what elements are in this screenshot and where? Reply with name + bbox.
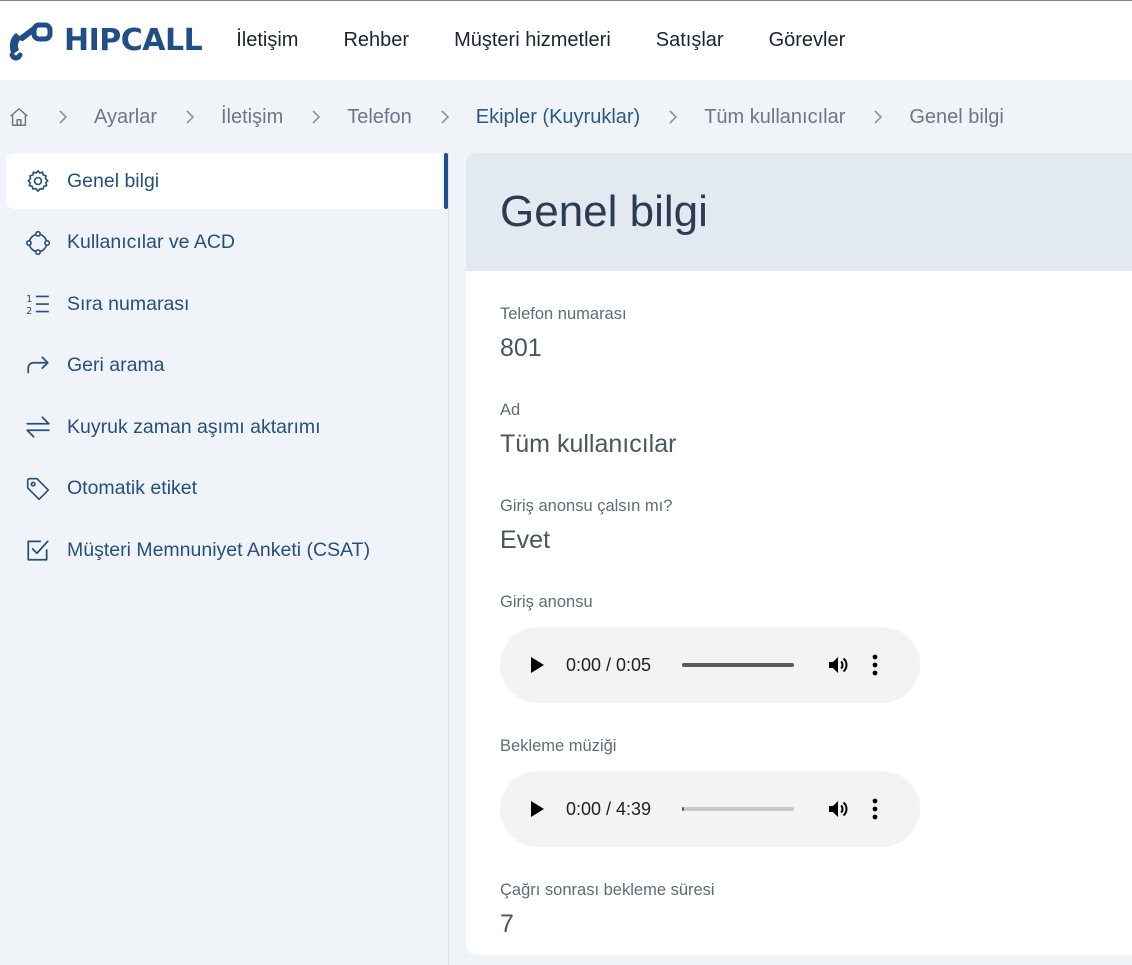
- breadcrumb-ayarlar[interactable]: Ayarlar: [94, 106, 157, 129]
- settings-sidebar: Genel bilgi Kullanıcılar ve ACD 1 2 Sıra…: [0, 153, 449, 965]
- field-value: 801: [500, 334, 542, 362]
- breadcrumb-iletisim[interactable]: İletişim: [221, 106, 283, 129]
- svg-text:2: 2: [26, 306, 32, 317]
- chevron-right-icon: [58, 109, 68, 125]
- nav-musteri-hizmetleri[interactable]: Müşteri hizmetleri: [454, 29, 611, 52]
- more-vertical-icon: [872, 798, 878, 820]
- breadcrumb: Ayarlar İletişim Telefon Ekipler (Kuyruk…: [0, 97, 1132, 137]
- users-circle-icon: [24, 229, 52, 257]
- transfer-arrows-icon: [24, 413, 52, 441]
- volume-icon: [829, 801, 848, 817]
- general-info-card: Genel bilgi Telefon numarası 801 Ad Tüm …: [466, 153, 1132, 955]
- breadcrumb-home[interactable]: [8, 106, 30, 128]
- volume-button[interactable]: [826, 796, 852, 822]
- chevron-right-icon: [873, 109, 883, 125]
- play-button[interactable]: [530, 656, 546, 674]
- more-options-button[interactable]: [870, 654, 880, 676]
- tag-icon: [24, 475, 52, 503]
- sidebar-item-label: Kullanıcılar ve ACD: [67, 231, 235, 253]
- page-title: Genel bilgi: [500, 187, 708, 236]
- audio-time: 0:00 / 4:39: [566, 798, 652, 819]
- sidebar-item-label: Genel bilgi: [67, 169, 160, 192]
- sidebar-item-label: Sıra numarası: [67, 292, 190, 315]
- field-label: Giriş anonsu çalsın mı?: [500, 497, 673, 515]
- sidebar-item-genel-bilgi[interactable]: Genel bilgi: [6, 153, 448, 209]
- sidebar-item-kuyruk-zaman-asimi[interactable]: Kuyruk zaman aşımı aktarımı: [6, 399, 442, 455]
- field-intro-play: Giriş anonsu çalsın mı? Evet: [500, 497, 1132, 555]
- field-intro-audio: Giriş anonsu 0:00 / 0:05: [500, 593, 1132, 703]
- volume-icon: [829, 657, 848, 673]
- nav-rehber[interactable]: Rehber: [343, 29, 409, 52]
- field-phone-number: Telefon numarası 801: [500, 305, 1132, 363]
- card-header: Genel bilgi: [466, 153, 1132, 271]
- play-button[interactable]: [530, 800, 546, 818]
- nav-iletisim[interactable]: İletişim: [236, 29, 298, 52]
- sidebar-item-label: Otomatik etiket: [67, 477, 198, 499]
- play-icon: [531, 801, 544, 817]
- chevron-right-icon: [311, 109, 321, 125]
- main-menu: İletişim Rehber Müşteri hizmetleri Satış…: [236, 29, 890, 52]
- audio-time: 0:00 / 0:05: [566, 654, 652, 675]
- checkbox-icon: [24, 536, 52, 564]
- field-value: Evet: [500, 526, 551, 554]
- field-name: Ad Tüm kullanıcılar: [500, 401, 1132, 459]
- sidebar-item-sira-numarasi[interactable]: 1 2 Sıra numarası: [6, 276, 442, 332]
- audio-progress-bar[interactable]: [682, 807, 794, 811]
- sidebar-item-otomatik-etiket[interactable]: Otomatik etiket: [6, 461, 442, 517]
- sidebar-item-csat[interactable]: Müşteri Memnuniyet Anketi (CSAT): [6, 522, 442, 578]
- field-label: Çağrı sonrası bekleme süresi: [500, 881, 715, 899]
- sidebar-item-kullanicilar-acd[interactable]: Kullanıcılar ve ACD: [6, 215, 442, 271]
- svg-text:1: 1: [26, 294, 32, 305]
- top-navigation-bar: HIPCALL İletişim Rehber Müşteri hizmetle…: [0, 0, 1132, 80]
- volume-button[interactable]: [826, 652, 852, 678]
- audio-progress-bar[interactable]: [682, 663, 794, 667]
- breadcrumb-ekipler[interactable]: Ekipler (Kuyruklar): [476, 106, 640, 129]
- hold-music-player: 0:00 / 4:39: [500, 771, 920, 847]
- audio-buffered-fill: [682, 807, 685, 811]
- breadcrumb-telefon[interactable]: Telefon: [347, 106, 412, 129]
- sidebar-item-geri-arama[interactable]: Geri arama: [6, 338, 442, 394]
- chevron-right-icon: [668, 109, 678, 125]
- audio-buffered-fill: [682, 663, 794, 667]
- breadcrumb-tum-kullanicilar[interactable]: Tüm kullanıcılar: [704, 106, 845, 129]
- field-value: 7: [500, 910, 514, 938]
- play-icon: [531, 657, 544, 673]
- field-hold-music: Bekleme müziği 0:00 / 4:39: [500, 737, 1132, 847]
- gear-icon: [24, 167, 52, 195]
- numbered-list-icon: 1 2: [24, 290, 52, 318]
- breadcrumb-genel-bilgi: Genel bilgi: [909, 105, 1004, 128]
- nav-satislar[interactable]: Satışlar: [656, 29, 724, 52]
- chevron-right-icon: [185, 109, 195, 125]
- brand-logo[interactable]: HIPCALL: [6, 1, 203, 81]
- field-after-call-wait: Çağrı sonrası bekleme süresi 7: [500, 881, 1132, 939]
- card-body: Telefon numarası 801 Ad Tüm kullanıcılar…: [466, 271, 1132, 939]
- home-icon: [10, 108, 28, 126]
- redirect-arrow-icon: [24, 352, 52, 380]
- more-options-button[interactable]: [870, 798, 880, 820]
- field-label: Ad: [500, 401, 521, 419]
- sidebar-item-label: Müşteri Memnuniyet Anketi (CSAT): [67, 538, 371, 561]
- nav-gorevler[interactable]: Görevler: [769, 29, 846, 52]
- intro-audio-player: 0:00 / 0:05: [500, 627, 920, 703]
- phone-logo-icon: [9, 22, 53, 60]
- field-label: Bekleme müziği: [500, 737, 617, 755]
- field-value: Tüm kullanıcılar: [500, 430, 677, 458]
- field-label: Telefon numarası: [500, 305, 627, 323]
- field-label: Giriş anonsu: [500, 593, 593, 611]
- more-vertical-icon: [872, 654, 878, 676]
- brand-name: HIPCALL: [64, 23, 203, 58]
- chevron-right-icon: [440, 109, 450, 125]
- sidebar-item-label: Geri arama: [67, 354, 165, 376]
- sidebar-item-label: Kuyruk zaman aşımı aktarımı: [67, 415, 321, 438]
